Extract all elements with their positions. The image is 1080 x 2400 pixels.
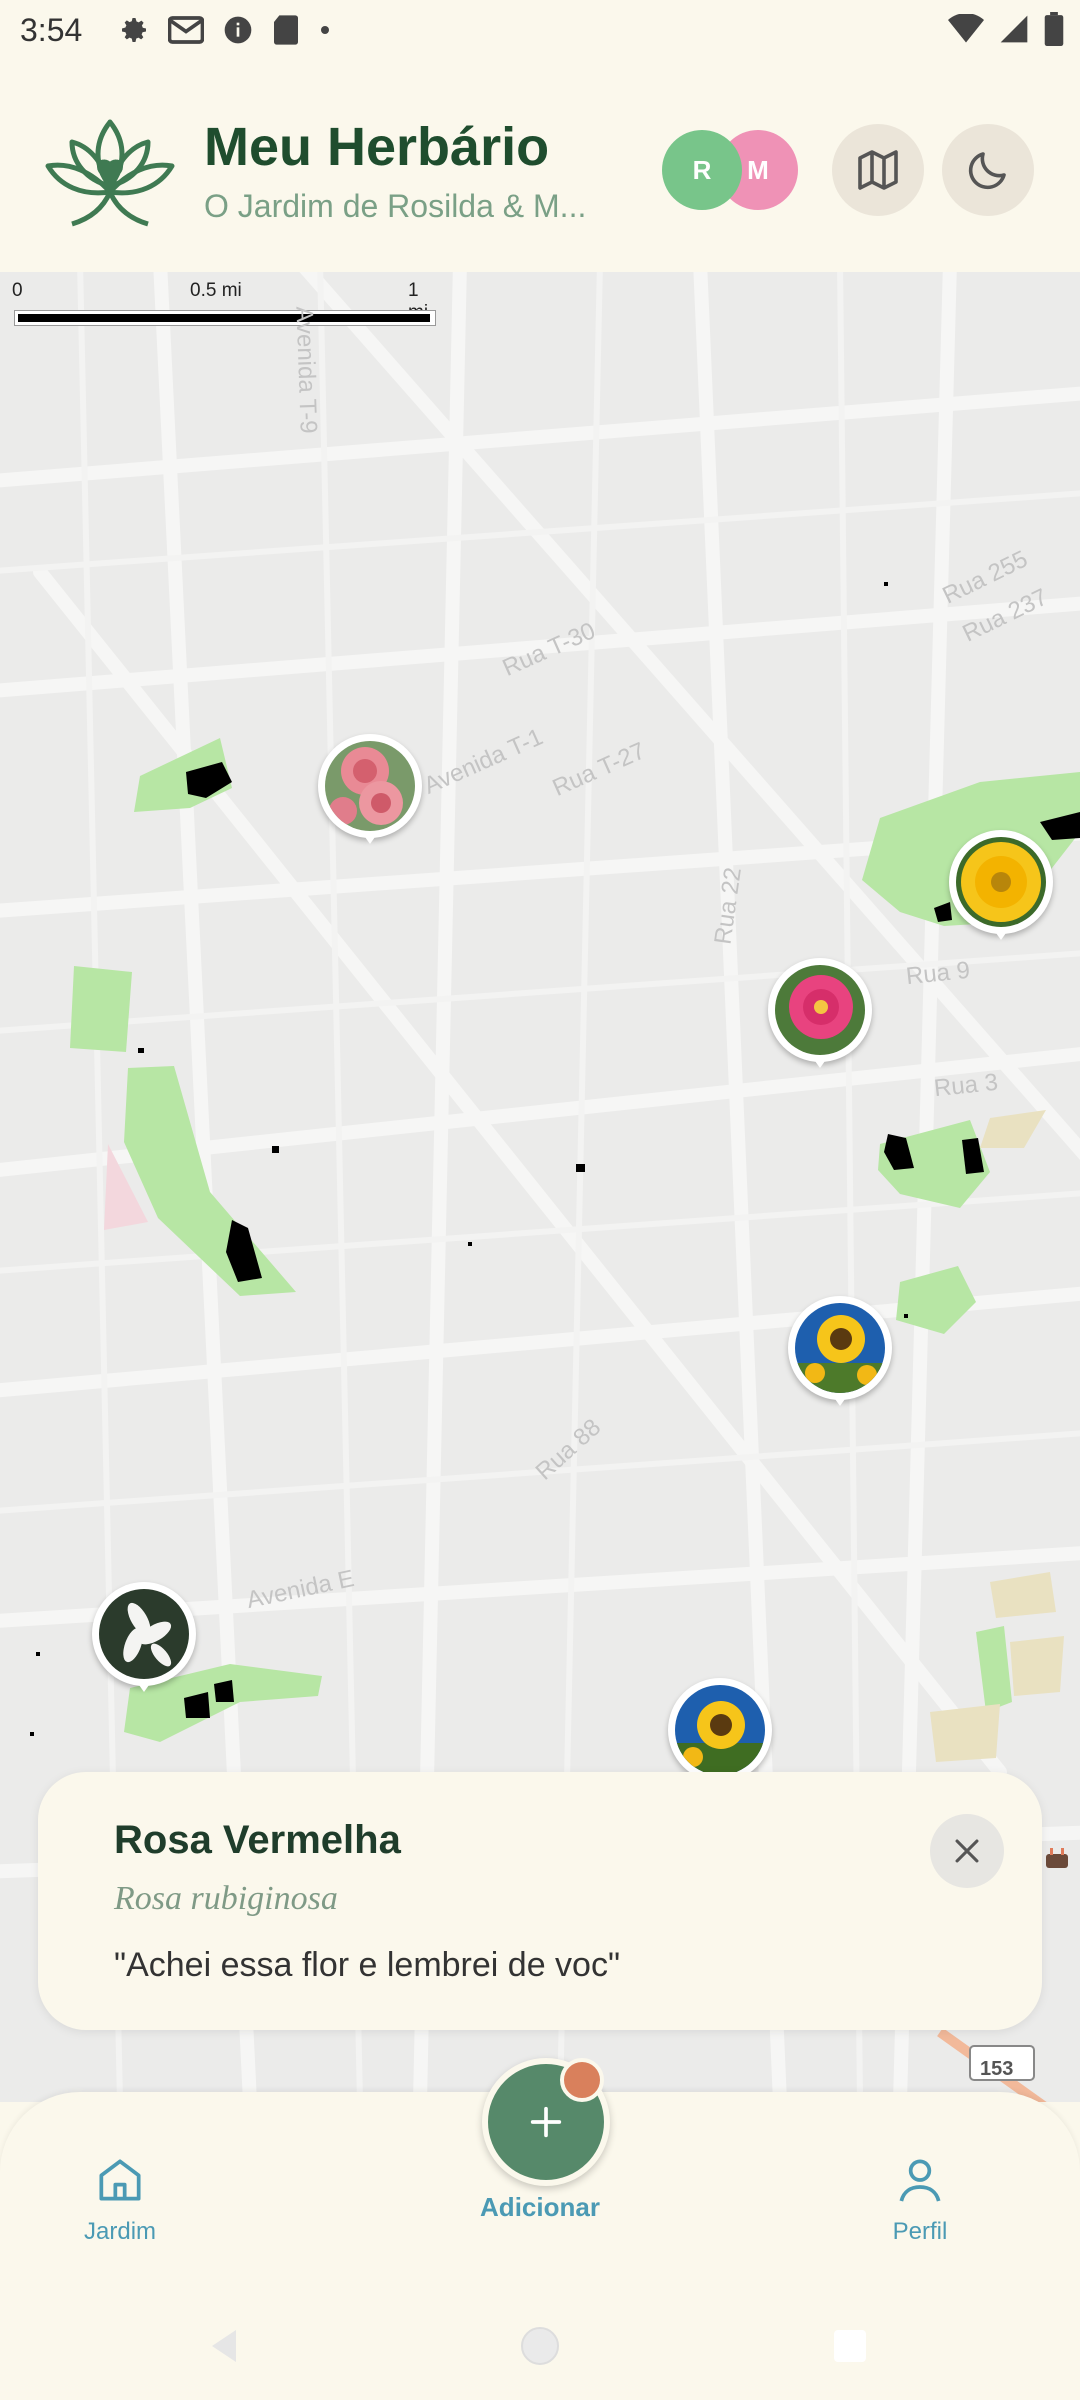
map-view-button[interactable] — [832, 124, 924, 216]
garden-subtitle: O Jardim de Rosilda & M... — [204, 188, 587, 224]
info-icon — [224, 16, 252, 44]
home-nav-icon[interactable] — [516, 2322, 564, 2370]
battery-icon — [1044, 12, 1064, 46]
signal-icon — [1000, 15, 1028, 43]
flower-detail-card[interactable]: Rosa Vermelha Rosa rubiginosa "Achei ess… — [38, 1772, 1042, 2030]
close-card-button[interactable] — [930, 1814, 1004, 1888]
flower-marker-sunflower[interactable] — [788, 1296, 892, 1414]
plus-icon — [530, 2106, 562, 2138]
status-system-icons — [948, 12, 1064, 46]
home-icon — [99, 2159, 141, 2201]
nav-jardim-label: Jardim — [84, 2218, 157, 2245]
yellow-gerbera-photo — [956, 837, 1046, 927]
sd-card-icon — [274, 15, 298, 45]
scale-bar — [14, 310, 436, 326]
avatar-r[interactable]: R — [662, 130, 742, 210]
route-badge: 153 — [980, 2058, 1014, 2080]
scale-label-zero: 0 — [12, 280, 23, 301]
status-time: 3:54 — [20, 12, 83, 48]
app-title: Meu Herbário — [204, 117, 550, 177]
cake-poi-icon — [1046, 1848, 1068, 1868]
flower-marker-jasmine[interactable] — [92, 1582, 196, 1700]
map-scale: 0 0.5 mi 1 mi — [10, 280, 438, 328]
pink-rose-photo — [325, 741, 415, 831]
app-header: Meu Herbário O Jardim de Rosilda & M... … — [0, 64, 1080, 272]
nav-perfil[interactable]: Perfil — [892, 2152, 948, 2246]
street-label: Avenida T-9 — [290, 305, 322, 435]
scale-label-half: 0.5 mi — [190, 280, 242, 301]
flower-marker-gerbera[interactable] — [949, 830, 1053, 948]
notification-badge — [560, 2058, 604, 2102]
flower-name: Rosa Vermelha — [114, 1818, 401, 1862]
close-icon — [955, 1839, 979, 1863]
gmail-icon — [168, 16, 204, 44]
white-jasmine-photo — [99, 1589, 189, 1679]
dot-icon — [321, 26, 329, 34]
map-icon — [858, 150, 898, 190]
sunflower-photo — [795, 1303, 885, 1393]
moon-icon — [968, 152, 1006, 190]
lotus-logo-icon — [45, 119, 175, 227]
status-bar: 3:54 — [0, 0, 1080, 64]
person-icon — [899, 2159, 941, 2202]
recents-icon[interactable] — [826, 2322, 874, 2370]
nav-jardim[interactable]: Jardim — [84, 2152, 156, 2246]
system-navigation-bar — [0, 2300, 1080, 2400]
sunflower-photo — [675, 1685, 765, 1775]
settings-icon — [122, 18, 146, 42]
flower-scientific-name: Rosa rubiginosa — [114, 1880, 338, 1917]
pink-zinnia-photo — [775, 965, 865, 1055]
wifi-icon — [948, 14, 984, 43]
add-flower-label: Adicionar — [480, 2192, 600, 2222]
flower-message: "Achei essa flor e lembrei de voc" — [114, 1946, 621, 1984]
flower-marker-zinnia[interactable] — [768, 958, 872, 1076]
flower-marker-rose[interactable] — [318, 734, 422, 852]
theme-toggle-button[interactable] — [942, 124, 1034, 216]
nav-perfil-label: Perfil — [892, 2218, 948, 2245]
status-notification-icons — [118, 14, 332, 46]
back-icon[interactable] — [200, 2322, 248, 2370]
